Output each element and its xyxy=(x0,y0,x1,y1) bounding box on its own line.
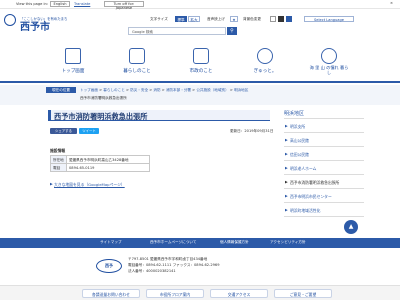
footer-logo: 西予 xyxy=(96,259,122,273)
city-logo-icon[interactable] xyxy=(4,14,16,26)
info-key: 電話 xyxy=(50,163,67,172)
sidebar-divider xyxy=(284,188,364,189)
sidebar-divider xyxy=(284,174,364,175)
nav-cityhall-label: 市政のこと xyxy=(189,69,213,74)
sidebar-item-current[interactable]: 西予市消防署明浜救急出張所 xyxy=(290,180,339,186)
sidebar-item[interactable]: 明浜支所 xyxy=(290,124,305,130)
search-box[interactable]: Google 検索 xyxy=(128,27,226,35)
footer-nav xyxy=(0,238,400,248)
breadcrumb-item[interactable]: トップ画面 xyxy=(80,88,98,92)
arrow-icon: ▶ xyxy=(285,138,288,142)
select-language-dropdown[interactable]: Select Language xyxy=(304,16,354,22)
footer-phone: 電話番号：0894-62-1111 ファックス：0894-62-2969 xyxy=(128,263,220,267)
sidebar-divider xyxy=(284,132,364,133)
nature-icon xyxy=(321,48,337,64)
sidebar-item[interactable]: 明浜老人ホーム xyxy=(290,166,316,172)
info-value: 0894-65-0119 xyxy=(66,163,150,172)
breadcrumb-item[interactable]: 消防 xyxy=(153,88,160,92)
arrow-icon: ▶ xyxy=(285,194,288,198)
page-title: 西予市消防署明浜救急出張所 xyxy=(54,112,148,121)
floor-guide-button[interactable]: 市役所フロア案内 xyxy=(146,289,204,298)
tagline: 「ここしかない」を有めたまち xyxy=(20,17,68,21)
speech-reader-button[interactable]: ★ xyxy=(230,16,238,22)
nav-nature-label: 海 里 山 の憧れ 暮らし xyxy=(309,65,349,75)
breadcrumb-item[interactable]: 消防本部・分署 xyxy=(166,88,191,92)
site-name[interactable]: 西予市 xyxy=(20,22,50,33)
bg-white-swatch[interactable] xyxy=(270,16,276,22)
breadcrumb-item[interactable]: 暮らしのこと xyxy=(103,88,125,92)
large-map-link[interactable]: 大きな地図を見る（GoogleMapページ） xyxy=(54,182,125,188)
close-icon[interactable]: × xyxy=(390,1,393,5)
footer-corp-no: 法人番号：4000020382141 xyxy=(128,269,176,273)
arrow-icon: ▶ xyxy=(285,208,288,212)
arrow-icon: ▶ xyxy=(285,166,288,170)
sidebar-heading: 明浜地区 xyxy=(284,111,305,117)
nav-gyutto-label: ぎゅっと。 xyxy=(253,69,277,74)
translate-label: View this page in: xyxy=(16,2,48,6)
table-row: 所在地 愛媛県西予市明浜町高山乙3428番地 xyxy=(50,155,150,164)
tweet-button[interactable]: ツイート xyxy=(79,128,99,134)
bg-color-label: 背景色変更 xyxy=(243,17,261,21)
turn-off-button[interactable]: Turn off for: Japanese xyxy=(104,1,144,10)
info-key: 所在地 xyxy=(50,155,67,164)
nav-cityhall[interactable]: 市政のこと xyxy=(172,43,230,78)
breadcrumb-item[interactable]: 明浜地区 xyxy=(234,88,248,92)
sidebar-divider xyxy=(284,118,364,119)
speech-reader-label: 音声読上げ xyxy=(207,17,225,21)
access-button[interactable]: 交通アクセス xyxy=(210,289,268,298)
sidebar-divider xyxy=(284,202,364,203)
nav-life[interactable]: 暮らしのこと xyxy=(108,43,166,78)
search-placeholder: Google 検索 xyxy=(132,29,154,34)
nav-nature[interactable]: 海 里 山 の憧れ 暮らし xyxy=(300,43,358,78)
breadcrumb-item[interactable]: 公共施設（地域別） xyxy=(196,88,228,92)
search-button[interactable]: ⚲ xyxy=(227,27,237,35)
page-top-button[interactable]: ▲ xyxy=(344,220,358,234)
heart-icon xyxy=(257,48,273,64)
arrow-icon: ▶ xyxy=(285,152,288,156)
bg-blue-swatch[interactable] xyxy=(286,16,292,22)
footer-address: 〒797-8501 愛媛県西予市宇和町卤丁目434番地 xyxy=(128,257,208,261)
font-size-large-button[interactable]: 拡大 xyxy=(188,16,200,22)
language-select[interactable]: English xyxy=(50,1,70,7)
breadcrumb-item[interactable]: 防災・安全 xyxy=(130,88,148,92)
contact-button[interactable]: 各請送量お問い合わせ xyxy=(82,289,140,298)
home-icon xyxy=(65,48,81,64)
facility-info-heading: 施設情報 xyxy=(50,148,66,153)
table-row: 電話 0894-65-0119 xyxy=(50,163,150,172)
breadcrumb-label: 現在の位置 xyxy=(46,87,76,93)
breadcrumb-current: 西予市消防署明浜救急出張所 xyxy=(80,96,127,100)
cityhall-icon xyxy=(193,48,209,64)
nav-divider xyxy=(0,81,400,83)
nav-gyutto[interactable]: ぎゅっと。 xyxy=(236,43,294,78)
sidebar-item[interactable]: 明浜町地域活性化 xyxy=(290,208,320,214)
font-size-label: 文字サイズ xyxy=(150,17,168,21)
opinion-button[interactable]: ご意見・ご要望 xyxy=(274,289,332,298)
map-link-arrow-icon: ▶ xyxy=(50,182,53,186)
updated-date: 更新日：2019年09月31日 xyxy=(230,129,274,133)
translate-link[interactable]: Translate xyxy=(74,2,90,6)
font-size-standard-button[interactable]: 標準 xyxy=(175,16,187,22)
arrow-icon: ▶ xyxy=(285,124,288,128)
sidebar-item[interactable]: 西予市明浜市民センター xyxy=(290,194,332,200)
arrow-icon: ▶ xyxy=(285,180,288,184)
facebook-share-button[interactable]: シェアする xyxy=(50,128,77,134)
footer-link[interactable]: サイトマップ xyxy=(100,240,122,245)
footer-link[interactable]: 西予市ホームページについて xyxy=(150,240,196,245)
sidebar-divider xyxy=(284,146,364,147)
sidebar-divider xyxy=(284,160,364,161)
footer-link[interactable]: 個人情報保護方針 xyxy=(220,240,249,245)
bg-black-swatch[interactable] xyxy=(278,16,284,22)
nav-top-label: トップ画面 xyxy=(61,69,85,74)
sidebar-item[interactable]: 信田公民館 xyxy=(290,152,309,158)
life-icon xyxy=(129,48,145,64)
nav-life-label: 暮らしのこと xyxy=(123,69,151,74)
footer-link[interactable]: アクセシビリティ方針 xyxy=(270,240,306,245)
sidebar-divider xyxy=(284,216,364,217)
info-value: 愛媛県西予市明浜町高山乙3428番地 xyxy=(66,155,150,164)
nav-top[interactable]: トップ画面 xyxy=(44,43,102,78)
sidebar-item[interactable]: 高山公民館 xyxy=(290,138,309,144)
facility-info-table: 所在地 愛媛県西予市明浜町高山乙3428番地 電話 0894-65-0119 xyxy=(50,155,150,172)
